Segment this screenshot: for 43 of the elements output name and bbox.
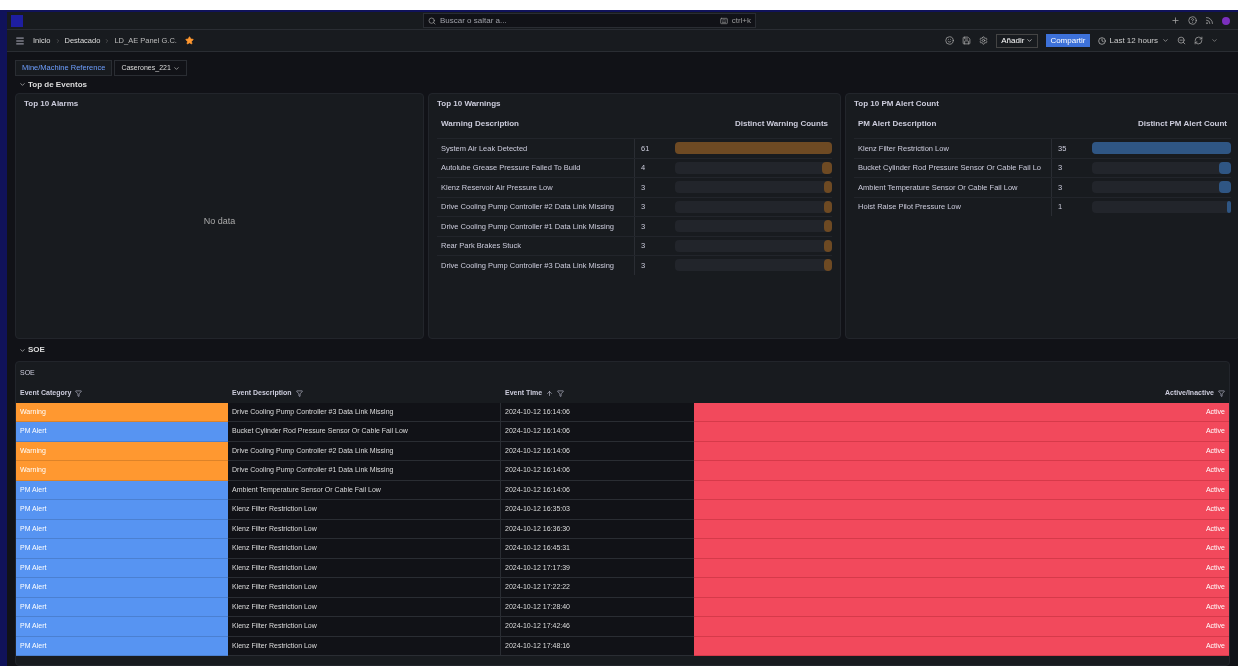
column-header: Distinct PM Alert Count bbox=[1137, 118, 1227, 130]
avatar-icon[interactable] bbox=[1222, 16, 1230, 25]
sort-icon[interactable] bbox=[546, 390, 554, 397]
search-box[interactable]: Buscar o saltar a... ctrl+k bbox=[423, 13, 756, 28]
search-field[interactable]: Buscar o saltar a... bbox=[440, 14, 716, 27]
menu-icon[interactable] bbox=[15, 35, 25, 46]
time-range-button[interactable]: Last 12 hours bbox=[1097, 34, 1169, 47]
chevron-icon bbox=[104, 37, 111, 44]
filter-icon[interactable] bbox=[1218, 390, 1225, 397]
caret-icon[interactable] bbox=[1211, 37, 1218, 44]
share-button[interactable]: Compartir bbox=[1046, 34, 1090, 47]
row-header[interactable]: Top de Eventos bbox=[7, 76, 1238, 93]
settings-icon[interactable] bbox=[979, 36, 989, 45]
panel-title: Top 10 Alarms bbox=[24, 98, 80, 110]
caret-icon bbox=[1026, 37, 1034, 44]
smiley-icon[interactable] bbox=[945, 36, 955, 45]
panel-title: Top 10 Warnings bbox=[437, 98, 502, 110]
caret-icon bbox=[1162, 37, 1169, 44]
clock-icon bbox=[1097, 36, 1106, 45]
filter-icon[interactable] bbox=[295, 390, 303, 397]
star-icon[interactable] bbox=[184, 36, 194, 45]
chevron-icon bbox=[54, 37, 61, 44]
chevron-icon bbox=[19, 81, 26, 88]
caret-icon bbox=[172, 64, 180, 72]
news-icon[interactable] bbox=[1205, 16, 1214, 25]
panel-title: Top 10 PM Alert Count bbox=[854, 98, 940, 110]
empty-message: No data bbox=[203, 215, 236, 229]
column-header: PM Alert Description bbox=[858, 118, 937, 130]
zoom-out-icon[interactable] bbox=[1177, 36, 1186, 45]
refresh-icon[interactable] bbox=[1194, 36, 1203, 45]
save-icon[interactable] bbox=[962, 36, 972, 45]
chevron-icon bbox=[19, 346, 26, 354]
column-header: Warning Description bbox=[441, 118, 519, 130]
shortcut-label: ctrl+k bbox=[731, 14, 751, 27]
column-header: Distinct Warning Counts bbox=[734, 118, 828, 130]
keyboard-icon bbox=[719, 16, 728, 25]
filter-icon[interactable] bbox=[557, 390, 565, 397]
search-icon bbox=[428, 16, 436, 25]
row-header[interactable]: SOE bbox=[7, 339, 1238, 361]
filter-icon[interactable] bbox=[75, 390, 83, 397]
add-button[interactable]: Añadir bbox=[996, 33, 1039, 48]
plus-icon[interactable] bbox=[1171, 16, 1180, 25]
help-icon[interactable] bbox=[1188, 16, 1197, 25]
